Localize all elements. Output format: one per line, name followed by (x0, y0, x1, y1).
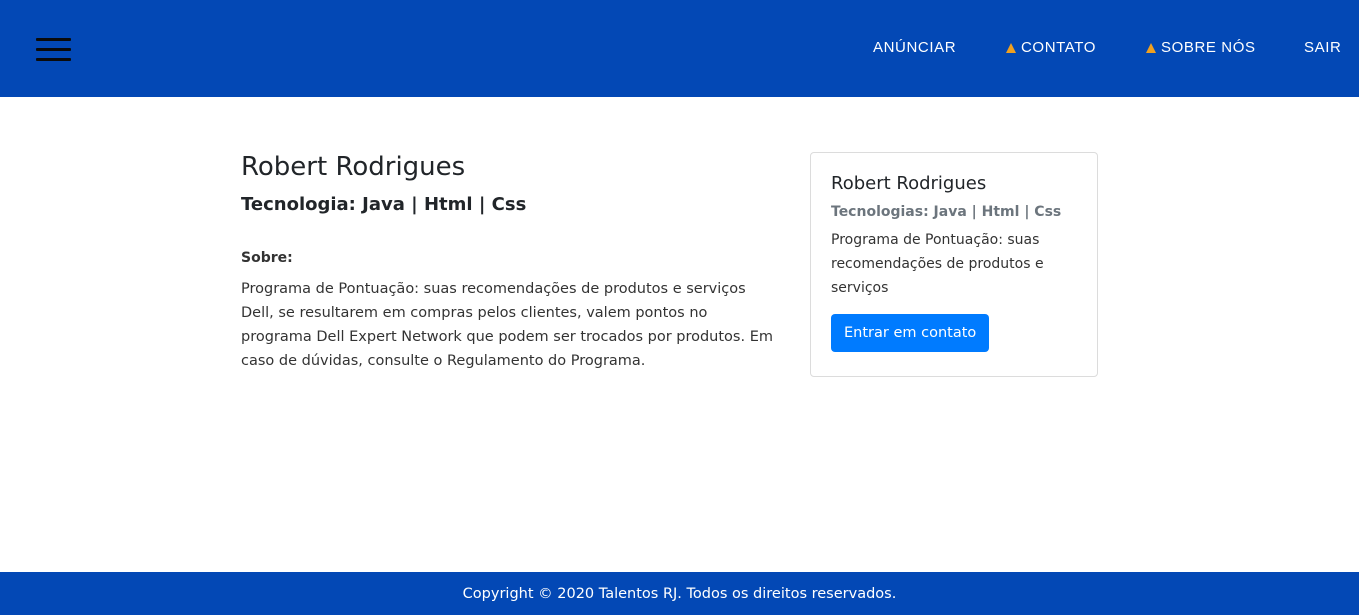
nav-link-label: ANÚNCIAR (873, 39, 957, 56)
nav-link-anunciar[interactable]: ANÚNCIAR (873, 38, 956, 58)
profile-technologies: Tecnologia: Java | Html | Css (241, 194, 527, 215)
nav-link-contato[interactable]: CONTATO (1006, 38, 1096, 58)
top-navbar: ANÚNCIAR CONTATO SOBRE NÓS SAIR (0, 0, 1359, 97)
card-text: Programa de Pontuação: suas recomendaçõe… (831, 232, 1044, 296)
hamburger-line (36, 48, 71, 51)
footer: Copyright © 2020 Talentos RJ. Todos os d… (0, 572, 1359, 615)
nav-link-sair[interactable]: SAIR (1304, 38, 1341, 58)
hamburger-icon[interactable] (36, 38, 71, 62)
warning-icon (1006, 43, 1016, 53)
nav-link-sobre-nos[interactable]: SOBRE NÓS (1146, 38, 1256, 58)
about-label: Sobre: (241, 250, 293, 266)
contact-card: Robert Rodrigues Tecnologias: Java | Htm… (810, 152, 1098, 377)
nav-link-label: SAIR (1304, 39, 1342, 56)
card-title: Robert Rodrigues (831, 173, 987, 194)
nav-link-label: CONTATO (1021, 39, 1097, 56)
hamburger-line (36, 38, 71, 41)
copyright-text: Copyright © 2020 Talentos RJ. Todos os d… (462, 586, 897, 602)
hamburger-line (36, 58, 71, 61)
about-text: Programa de Pontuação: suas recomendaçõe… (241, 281, 773, 369)
nav-link-label: SOBRE NÓS (1161, 39, 1256, 56)
contact-button[interactable]: Entrar em contato (831, 314, 990, 352)
warning-icon (1146, 43, 1156, 53)
profile-name: Robert Rodrigues (241, 152, 466, 182)
card-subtitle: Tecnologias: Java | Html | Css (831, 204, 1062, 220)
